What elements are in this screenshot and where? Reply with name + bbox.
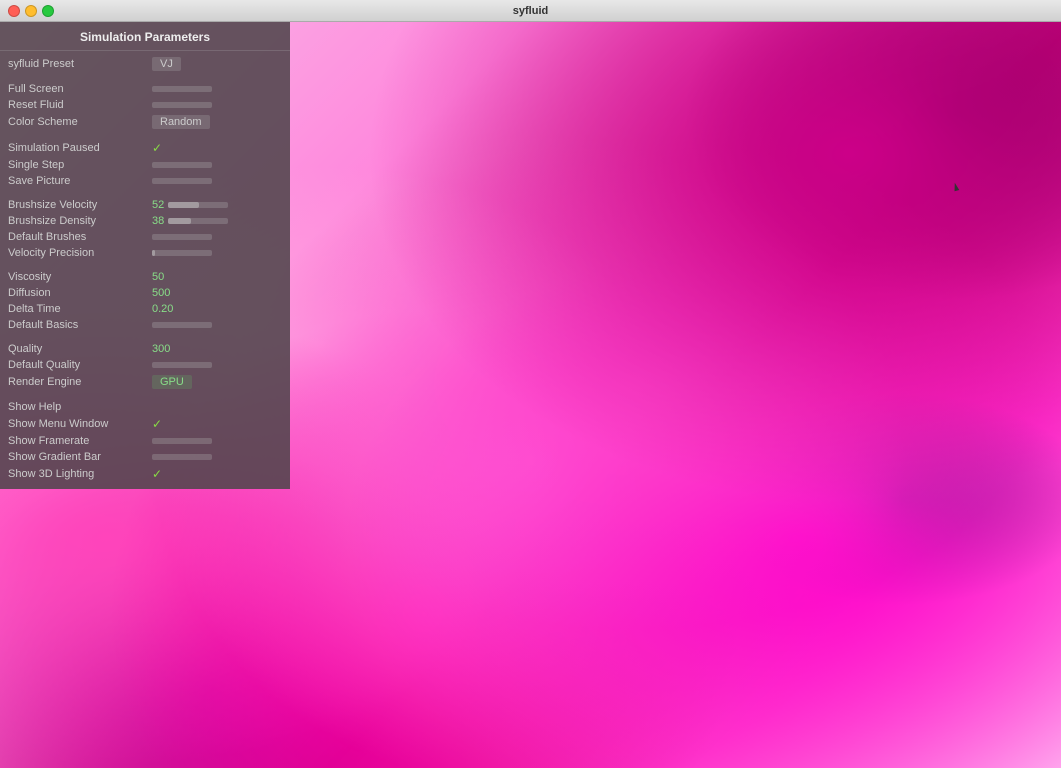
window-controls: [8, 5, 54, 17]
preset-label: syfluid Preset: [8, 58, 148, 70]
brushsize-density-row: Brushsize Density 38: [0, 213, 290, 229]
fullscreen-label: Full Screen: [8, 83, 148, 95]
color-scheme-row: Color Scheme Random: [0, 113, 290, 131]
viscosity-value: 50: [152, 271, 164, 283]
reset-fluid-label: Reset Fluid: [8, 99, 148, 111]
velocity-precision-row: Velocity Precision: [0, 245, 290, 261]
default-quality-label: Default Quality: [8, 359, 148, 371]
show-gradient-bar-label: Show Gradient Bar: [8, 451, 148, 463]
save-picture-slider[interactable]: [152, 178, 212, 184]
sim-paused-check[interactable]: ✓: [152, 141, 162, 155]
brushsize-density-slider[interactable]: [168, 218, 228, 224]
single-step-label: Single Step: [8, 159, 148, 171]
fullscreen-row: Full Screen: [0, 81, 290, 97]
fullscreen-slider[interactable]: [152, 86, 212, 92]
preset-row: syfluid Preset VJ: [0, 55, 290, 73]
window-title: syfluid: [513, 5, 548, 17]
single-step-slider[interactable]: [152, 162, 212, 168]
panel-title: Simulation Parameters: [0, 26, 290, 51]
show-framerate-label: Show Framerate: [8, 435, 148, 447]
brushsize-velocity-row: Brushsize Velocity 52: [0, 197, 290, 213]
render-engine-value[interactable]: GPU: [152, 375, 192, 389]
diffusion-label: Diffusion: [8, 287, 148, 299]
show-framerate-row: Show Framerate: [0, 433, 290, 449]
viscosity-row: Viscosity 50: [0, 269, 290, 285]
default-brushes-slider[interactable]: [152, 234, 212, 240]
show-gradient-bar-slider[interactable]: [152, 454, 212, 460]
show-help-label[interactable]: Show Help: [8, 401, 148, 413]
maximize-button[interactable]: [42, 5, 54, 17]
default-quality-slider[interactable]: [152, 362, 212, 368]
reset-fluid-slider[interactable]: [152, 102, 212, 108]
default-quality-row: Default Quality: [0, 357, 290, 373]
reset-fluid-row: Reset Fluid: [0, 97, 290, 113]
brushsize-velocity-label: Brushsize Velocity: [8, 199, 148, 211]
brushsize-density-label: Brushsize Density: [8, 215, 148, 227]
default-brushes-label: Default Brushes: [8, 231, 148, 243]
viscosity-label: Viscosity: [8, 271, 148, 283]
show-framerate-slider[interactable]: [152, 438, 212, 444]
velocity-precision-label: Velocity Precision: [8, 247, 148, 259]
preset-value[interactable]: VJ: [152, 57, 181, 71]
brushsize-velocity-value: 52: [152, 199, 164, 211]
velocity-precision-slider[interactable]: [152, 250, 212, 256]
brushsize-velocity-slider[interactable]: [168, 202, 228, 208]
show-gradient-bar-row: Show Gradient Bar: [0, 449, 290, 465]
diffusion-value: 500: [152, 287, 170, 299]
show-menu-window-label: Show Menu Window: [8, 418, 148, 430]
show-menu-window-check[interactable]: ✓: [152, 417, 162, 431]
default-basics-row: Default Basics: [0, 317, 290, 333]
show-3d-lighting-row: Show 3D Lighting ✓: [0, 465, 290, 483]
save-picture-label: Save Picture: [8, 175, 148, 187]
show-menu-window-row: Show Menu Window ✓: [0, 415, 290, 433]
brushsize-density-value: 38: [152, 215, 164, 227]
single-step-row: Single Step: [0, 157, 290, 173]
render-engine-row: Render Engine GPU: [0, 373, 290, 391]
minimize-button[interactable]: [25, 5, 37, 17]
sim-paused-row: Simulation Paused ✓: [0, 139, 290, 157]
sim-paused-label: Simulation Paused: [8, 142, 148, 154]
quality-label: Quality: [8, 343, 148, 355]
delta-time-value: 0.20: [152, 303, 173, 315]
quality-row: Quality 300: [0, 341, 290, 357]
default-basics-label: Default Basics: [8, 319, 148, 331]
save-picture-row: Save Picture: [0, 173, 290, 189]
diffusion-row: Diffusion 500: [0, 285, 290, 301]
color-scheme-value[interactable]: Random: [152, 115, 210, 129]
quality-value: 300: [152, 343, 170, 355]
simulation-panel: Simulation Parameters syfluid Preset VJ …: [0, 22, 290, 489]
color-scheme-label: Color Scheme: [8, 116, 148, 128]
show-3d-lighting-check[interactable]: ✓: [152, 467, 162, 481]
delta-time-row: Delta Time 0.20: [0, 301, 290, 317]
mouse-cursor: [949, 178, 961, 196]
default-basics-slider[interactable]: [152, 322, 212, 328]
render-engine-label: Render Engine: [8, 376, 148, 388]
show-help-row: Show Help: [0, 399, 290, 415]
default-brushes-row: Default Brushes: [0, 229, 290, 245]
close-button[interactable]: [8, 5, 20, 17]
show-3d-lighting-label: Show 3D Lighting: [8, 468, 148, 480]
delta-time-label: Delta Time: [8, 303, 148, 315]
titlebar: syfluid: [0, 0, 1061, 22]
